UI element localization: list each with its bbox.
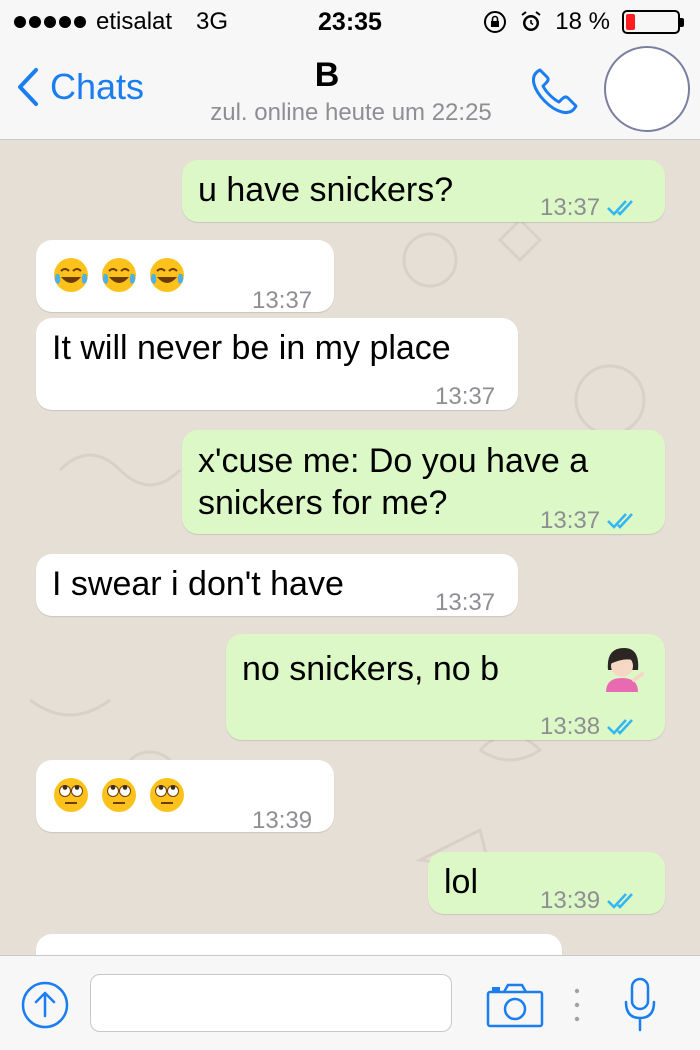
contact-info[interactable]: B zul. online heute um 22:25 — [186, 56, 516, 127]
message-time: 13:39 — [540, 887, 601, 914]
message-text: lol — [444, 863, 479, 901]
message-bubble-incoming[interactable]: It will never be in my place 13:37 — [36, 318, 518, 410]
message-text-line: snickers for me? — [198, 484, 448, 522]
message-bubble-outgoing[interactable]: no snickers, no b 13:38 — [226, 634, 665, 740]
phone-icon[interactable] — [526, 64, 582, 120]
message-meta: 13:37 — [435, 376, 495, 418]
message-meta: 13:38 — [540, 706, 640, 748]
message-meta: 13:39 — [252, 800, 312, 842]
battery-percent: 18 % — [555, 8, 610, 35]
message-meta: 13:37 — [252, 280, 312, 322]
more-dots-icon — [574, 988, 580, 1022]
message-list[interactable]: u have snickers? 13:37 13:37 It will nev… — [0, 140, 700, 955]
message-time: 13:37 — [540, 194, 601, 221]
message-input-bar — [0, 955, 700, 1050]
plus-circle-icon[interactable] — [20, 980, 70, 1030]
back-button[interactable]: Chats — [16, 66, 144, 108]
read-receipt-icon — [607, 719, 634, 735]
avatar[interactable] — [604, 46, 690, 132]
message-text: I swear i don't have — [52, 565, 344, 603]
rolling-eyes-emoji-icon — [102, 778, 136, 812]
message-bubble-outgoing[interactable]: lol 13:39 — [428, 852, 665, 914]
microphone-icon[interactable] — [622, 976, 658, 1034]
read-receipt-icon — [607, 893, 634, 909]
emoji-row — [52, 256, 196, 294]
message-time: 13:37 — [540, 507, 601, 534]
tears-of-joy-emoji-icon — [54, 258, 88, 292]
status-bar: etisalat 3G 23:35 18 % — [0, 0, 700, 44]
message-time: 13:39 — [252, 807, 313, 834]
message-time: 13:37 — [435, 589, 496, 616]
message-input[interactable] — [90, 974, 452, 1032]
tears-of-joy-emoji-icon — [102, 258, 136, 292]
message-bubble-incoming[interactable]: 13:39 — [36, 760, 334, 834]
message-bubble-incoming-partial[interactable] — [36, 934, 562, 955]
message-text: It will never be in my place — [52, 329, 451, 367]
status-right: 18 % — [483, 8, 684, 36]
message-text: u have snickers? — [198, 171, 454, 209]
message-meta: 13:37 — [540, 187, 640, 229]
message-bubble-incoming[interactable]: I swear i don't have 13:37 — [36, 554, 518, 616]
chat-header: Chats B zul. online heute um 22:25 — [0, 44, 700, 140]
message-time: 13:37 — [252, 287, 313, 314]
message-bubble-outgoing[interactable]: u have snickers? 13:37 — [182, 160, 665, 222]
read-receipt-icon — [607, 200, 634, 216]
last-seen-status: zul. online heute um 22:25 — [210, 99, 492, 126]
emoji-row — [52, 776, 196, 814]
chevron-left-icon — [18, 68, 38, 106]
tears-of-joy-emoji-icon — [150, 258, 184, 292]
message-text: no snickers, no b — [242, 650, 500, 688]
back-label: Chats — [50, 66, 145, 107]
alarm-icon — [521, 11, 541, 31]
message-time: 13:38 — [540, 713, 601, 740]
battery-level — [626, 14, 635, 30]
information-desk-person-emoji-icon — [606, 648, 644, 692]
message-meta: 13:37 — [540, 500, 640, 542]
message-meta: 13:39 — [540, 880, 640, 922]
message-text-line: x'cuse me: Do you have a — [198, 442, 589, 480]
battery-icon — [622, 10, 684, 34]
rolling-eyes-emoji-icon — [54, 778, 88, 812]
rolling-eyes-emoji-icon — [150, 778, 184, 812]
message-meta: 13:37 — [435, 582, 495, 624]
read-receipt-icon — [607, 513, 634, 529]
rotation-lock-icon — [484, 11, 507, 33]
message-bubble-incoming[interactable]: 13:37 — [36, 240, 334, 314]
contact-name: B — [314, 56, 340, 94]
message-time: 13:37 — [435, 383, 496, 410]
camera-icon[interactable] — [486, 982, 544, 1028]
message-bubble-outgoing[interactable]: x'cuse me: Do you have a snickers for me… — [182, 430, 665, 534]
